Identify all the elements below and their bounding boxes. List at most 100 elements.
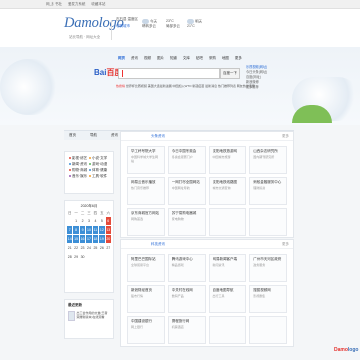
weekday-label: 三 — [87, 211, 91, 215]
calendar-day — [86, 253, 91, 261]
site-logo[interactable]: Damologo — [64, 15, 124, 32]
search-input[interactable] — [118, 68, 220, 79]
panel-title[interactable]: 头条资讯 — [151, 134, 165, 138]
latest-item[interactable]: 出工会作用的文章(王者荣耀新版本)在线观看 — [68, 311, 110, 321]
site-card[interactable]: 京东商城官方网站 网购首选 — [127, 208, 165, 236]
category-link[interactable]: 音乐·娱乐 — [69, 173, 89, 179]
site-card[interactable]: 山西杂志研究所 国内期刊研究所 — [249, 146, 287, 174]
calendar-day[interactable]: 7 — [67, 226, 73, 234]
calendar-day[interactable]: 26 — [99, 244, 104, 252]
topbar-link[interactable]: 爱发力系統 — [68, 2, 86, 6]
site-card[interactable]: 腾讯游戏中心 精品游戏 — [167, 254, 206, 282]
site-card[interactable]: 沈阳地铁旅游网 中国城市旅游 — [208, 146, 247, 174]
site-card[interactable]: 沈阳地铁线路图 城市交通查询 — [208, 177, 247, 205]
calendar-day[interactable]: 2 — [80, 217, 85, 225]
quick-link[interactable]: 更多推荐 — [246, 85, 267, 90]
calendar-day[interactable]: 18 — [92, 235, 99, 243]
card-title: 腾讯游戏中心 — [171, 257, 193, 261]
calendar-day — [93, 253, 98, 261]
bullet-icon — [89, 175, 91, 178]
site-card[interactable]: 一网打尽全国网站 中国网址导航 — [167, 177, 206, 205]
search-button[interactable]: 百度一下 — [220, 68, 240, 79]
calendar-day[interactable]: 5 — [99, 217, 104, 225]
more-link[interactable]: 更多 — [282, 240, 289, 249]
site-card[interactable] — [208, 208, 247, 236]
calendar-day[interactable]: 9 — [79, 226, 86, 234]
site-card[interactable]: 网易新闻客户端 新闻资讯 — [208, 254, 247, 282]
calendar-day[interactable]: 8 — [73, 226, 79, 234]
search-tab[interactable]: 知道 — [170, 56, 177, 60]
calendar-day[interactable]: 19 — [99, 235, 105, 243]
thumbnail-image — [68, 311, 75, 321]
search-tab[interactable]: 地图 — [222, 56, 229, 60]
calendar-day[interactable]: 16 — [79, 235, 86, 243]
calendar-day[interactable]: 3 — [86, 217, 91, 225]
site-card[interactable]: 携程旅行网 机票酒店 — [167, 316, 206, 344]
calendar-day[interactable]: 14 — [67, 235, 73, 243]
search-tab[interactable]: 视频 — [144, 56, 151, 60]
site-card[interactable]: 今日中国冬奥会 冬奥会观赛门户 — [167, 146, 206, 174]
bullet-icon — [69, 175, 71, 178]
search-tab[interactable]: 网页 — [118, 56, 125, 60]
calendar-title[interactable]: 2020年6月 — [67, 203, 111, 209]
site-card[interactable]: 网易云音乐播放 热门音乐推荐 — [127, 177, 165, 205]
calendar-day[interactable]: 23 — [80, 244, 85, 252]
hot-search-line: 热搜榜 世界杯比赛视频 美国大选最新进展 中国加入WTO 新冠疫苗 最新消息 热… — [116, 84, 298, 89]
calendar-day[interactable]: 6 — [105, 217, 111, 225]
calendar-day[interactable]: 21 — [67, 244, 72, 252]
site-card[interactable] — [249, 316, 287, 344]
nav-item[interactable]: 导航 — [85, 131, 102, 140]
calendar-day[interactable]: 20 — [105, 235, 111, 243]
calendar-day[interactable]: 13 — [105, 226, 111, 234]
calendar-day[interactable]: 15 — [73, 235, 79, 243]
site-card[interactable]: 搜狐视频网 影视剧集 — [249, 285, 287, 313]
site-card[interactable]: 中国建设银行 网上银行 — [127, 316, 165, 344]
site-card[interactable]: 苏宁易购电器城 家电购物 — [167, 208, 206, 236]
calendar-day[interactable]: 24 — [86, 244, 91, 252]
search-tab[interactable]: 更多 — [235, 56, 242, 60]
topbar-link[interactable]: 收藏本站 — [91, 2, 105, 6]
switch-city-link[interactable]: 切换城市 — [116, 24, 130, 29]
calendar-day[interactable]: 17 — [86, 235, 92, 243]
calendar-day[interactable]: 30 — [80, 253, 85, 261]
calendar-day[interactable]: 27 — [106, 244, 111, 252]
site-card[interactable] — [208, 316, 247, 344]
calendar-day[interactable]: 12 — [99, 226, 105, 234]
panel-title[interactable]: 科技资讯 — [151, 242, 165, 246]
search-tab[interactable]: 文库 — [183, 56, 190, 60]
calendar-day[interactable]: 4 — [93, 217, 98, 225]
topbar-link[interactable]: 网_訁书社 — [46, 2, 62, 6]
category-link[interactable]: 工具·软件 — [89, 173, 109, 179]
site-card[interactable]: 新浪财经首页 股市行情 — [127, 285, 165, 313]
site-card[interactable]: 蚂蚁金融服务中心 理财投资 — [249, 177, 287, 205]
header: Damologo 站长导航 · 网址大全 石石县 温度区 切换城市 今天 晴转多… — [0, 9, 360, 47]
more-link[interactable]: 更多 — [282, 132, 289, 141]
calendar-day[interactable]: 1 — [73, 217, 78, 225]
search-tab[interactable]: 图片 — [157, 56, 164, 60]
card-desc: 网购首选 — [131, 217, 144, 221]
nav-item[interactable]: 首页 — [64, 131, 81, 140]
weekday-label: 一 — [74, 211, 78, 215]
calendar-day[interactable]: 29 — [73, 253, 78, 261]
calendar-day — [67, 217, 72, 225]
divider — [111, 20, 112, 40]
site-card[interactable] — [249, 208, 287, 236]
calendar-day[interactable]: 11 — [92, 226, 99, 234]
calendar: 2020年6月 日一二三四五六 1 2 3 4 5 6 7 8 9 10 11 12 13 14 15 16 17… — [64, 200, 114, 293]
site-card[interactable]: 华工杯号院大学 中国科学城大学生网站 — [127, 146, 165, 174]
site-card[interactable]: 阿里巴巴国际站 全球贸易平台 — [127, 254, 165, 282]
site-card[interactable]: 百度地图导航 出行工具 — [208, 285, 247, 313]
weekday-label: 二 — [80, 211, 85, 215]
hot-keywords[interactable]: 世界杯比赛视频 美国大选最新进展 中国加入WTO 新冠疫苗 最新消息 热门推荐列… — [126, 84, 255, 88]
card-desc: 冬奥会观赛门户 — [171, 155, 193, 159]
search-tab[interactable]: 采购 — [209, 56, 216, 60]
site-card[interactable]: 广州市天河区政府 政务服务 — [249, 254, 287, 282]
search-tab[interactable]: 资讯 — [131, 56, 138, 60]
calendar-day[interactable]: 22 — [73, 244, 78, 252]
search-tab[interactable]: 贴吧 — [196, 56, 203, 60]
calendar-day[interactable]: 10 — [86, 226, 92, 234]
card-title: 中国建设银行 — [131, 319, 152, 323]
site-card[interactable]: 中关村在线网 数码产品 — [167, 285, 206, 313]
calendar-day[interactable]: 25 — [93, 244, 98, 252]
calendar-day[interactable]: 28 — [67, 253, 72, 261]
